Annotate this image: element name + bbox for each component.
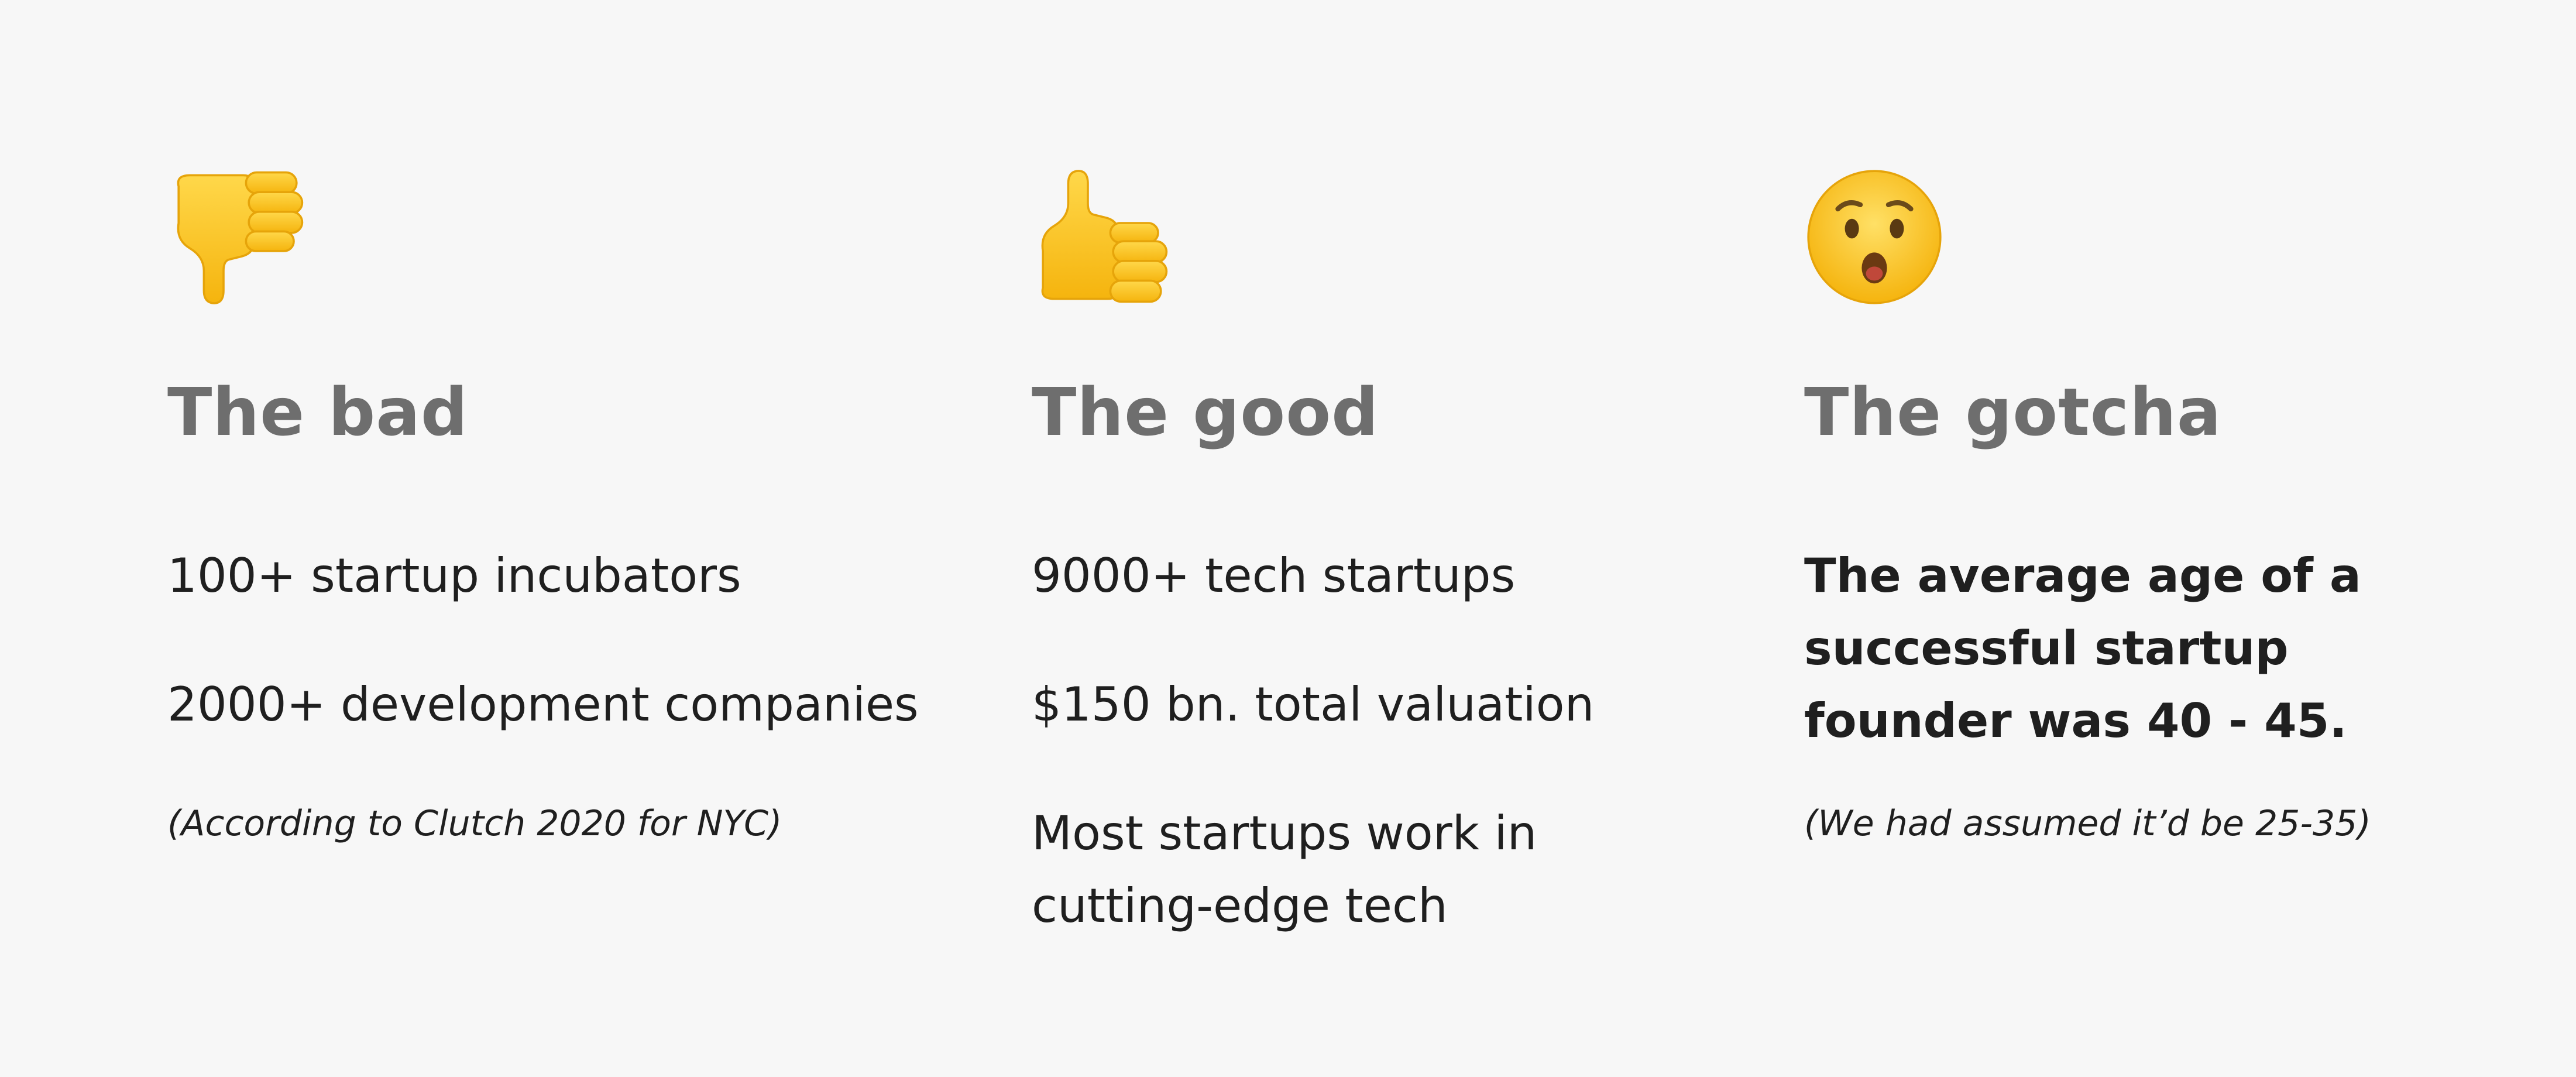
assumption-note: (We had assumed it’d be 25-35) xyxy=(1804,803,2371,844)
stat-development-companies: 2000+ development companies xyxy=(167,677,919,732)
source-note: (According to Clutch 2020 for NYC) xyxy=(167,803,782,844)
heading-the-gotcha: The gotcha xyxy=(1804,375,2222,451)
stat-cutting-edge-tech: Most startups work in cutting-edge tech xyxy=(1032,806,1537,933)
founder-age-statement: The average age of a successful startup … xyxy=(1804,548,2361,748)
hushed-face-icon xyxy=(1804,164,1945,310)
stat-tech-startups: 9000+ tech startups xyxy=(1032,548,1516,603)
stat-startup-incubators: 100+ startup incubators xyxy=(167,548,741,603)
column-the-gotcha: The gotcha The average age of a successf… xyxy=(1804,0,2536,1077)
thumbs-down-icon xyxy=(167,164,308,310)
column-the-bad: The bad 100+ startup incubators 2000+ de… xyxy=(167,0,928,1077)
stat-total-valuation: $150 bn. total valuation xyxy=(1032,677,1595,732)
thumbs-up-icon xyxy=(1032,164,1172,310)
heading-the-good: The good xyxy=(1032,375,1379,451)
column-the-good: The good 9000+ tech startups $150 bn. to… xyxy=(1032,0,1763,1077)
heading-the-bad: The bad xyxy=(167,375,469,451)
